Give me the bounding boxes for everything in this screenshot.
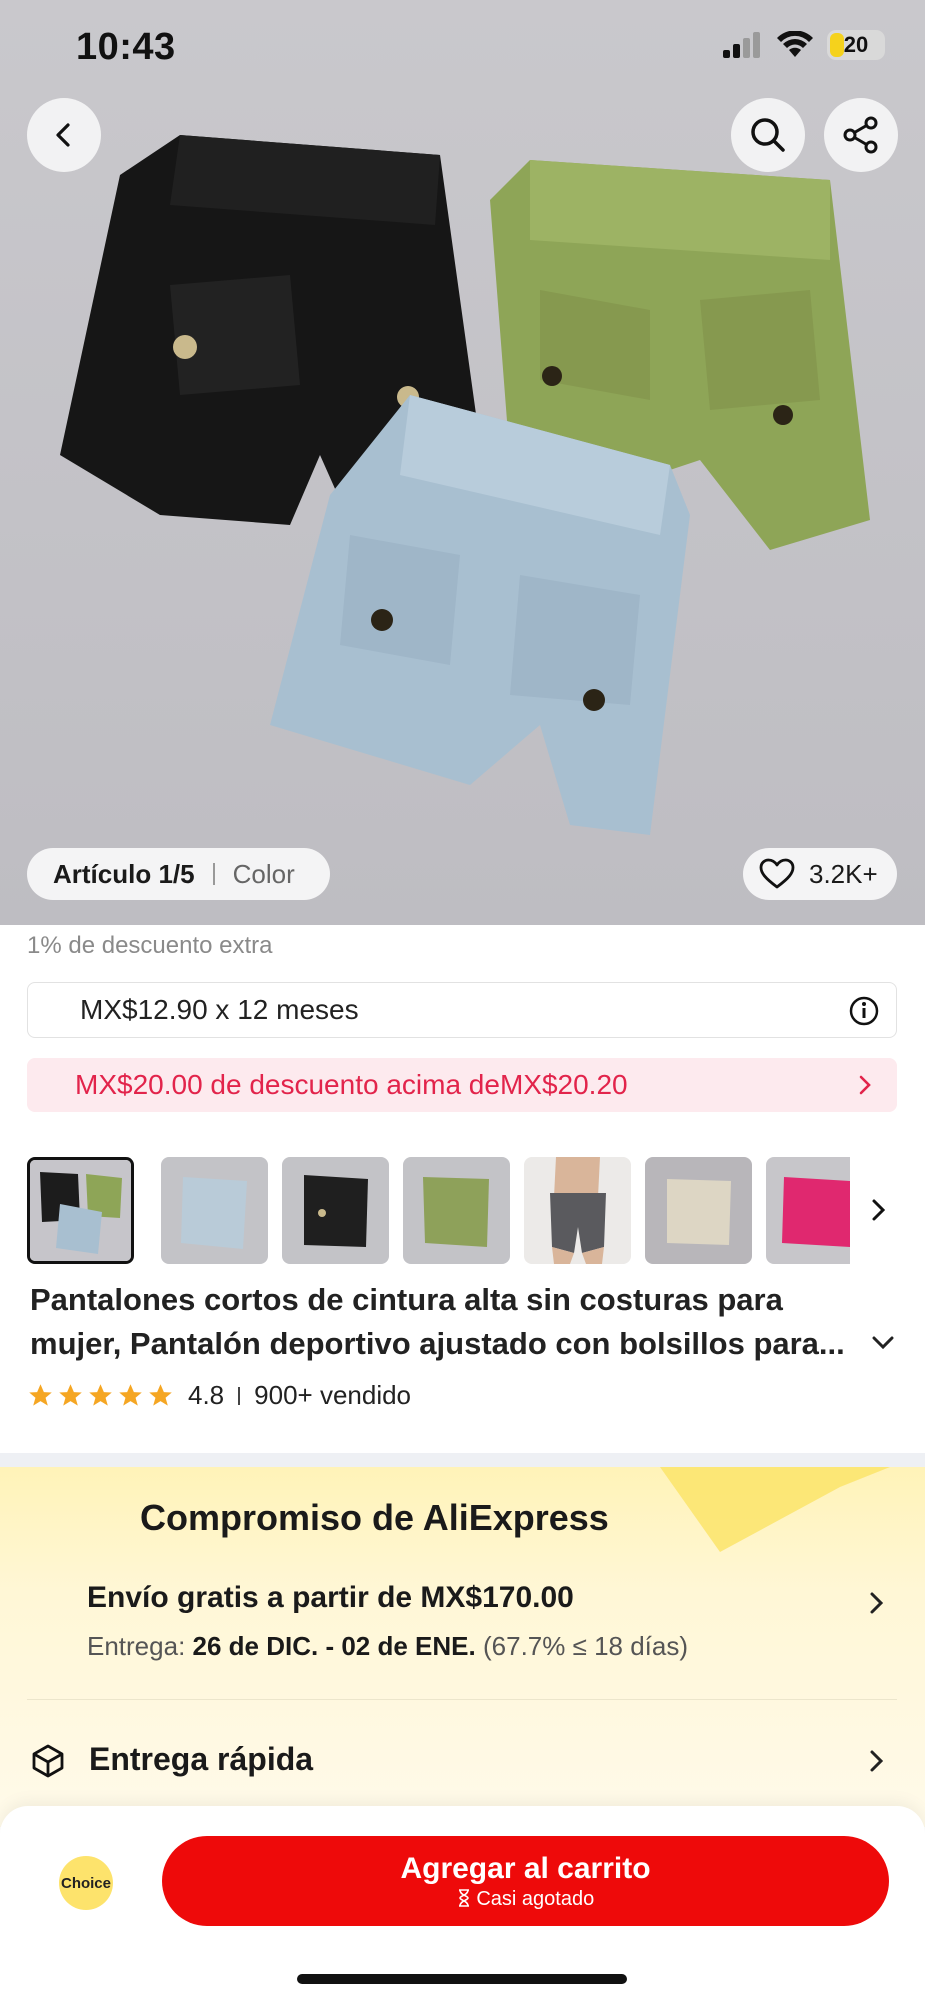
thumbnail-image — [30, 1160, 131, 1261]
signal-icon — [723, 32, 760, 58]
free-shipping-text: Envío gratis a partir de MX$170.00 — [87, 1581, 574, 1614]
rating-row[interactable]: 4.8 900+ vendido — [27, 1380, 411, 1411]
wishlist-button[interactable]: 3.2K+ — [743, 848, 897, 900]
delivery-label: Entrega: — [87, 1631, 186, 1661]
thumbnail-strip[interactable] — [27, 1157, 897, 1265]
chevron-right-icon — [870, 1750, 884, 1772]
thumbnail-image — [524, 1157, 631, 1264]
pill-divider — [212, 863, 215, 885]
thumbnail-7[interactable] — [766, 1157, 850, 1264]
likes-count: 3.2K+ — [809, 858, 878, 889]
stock-status: Casi agotado — [476, 1887, 595, 1910]
commitment-title: Compromiso de AliExpress — [140, 1497, 609, 1538]
add-to-cart-button[interactable]: Agregar al carrito Casi agotado — [162, 1836, 889, 1926]
extra-discount: 1% de descuento extra — [27, 932, 273, 959]
star-icon — [89, 1384, 112, 1406]
star-icon — [59, 1384, 82, 1406]
thumbnail-1[interactable] — [27, 1157, 134, 1264]
chevron-down-icon[interactable] — [869, 1330, 897, 1354]
sold-count: 900+ vendido — [254, 1380, 412, 1410]
share-button[interactable] — [824, 98, 898, 172]
choice-badge[interactable]: Choice — [59, 1856, 113, 1910]
color-label[interactable]: Color — [233, 859, 295, 890]
thumbnail-3[interactable] — [282, 1157, 389, 1264]
fast-delivery-row[interactable]: Entrega rápida — [0, 1723, 925, 1793]
status-time: 10:43 — [76, 26, 176, 68]
product-title[interactable]: Pantalones cortos de cintura alta sin co… — [30, 1278, 880, 1366]
package-icon — [32, 1744, 64, 1778]
wifi-icon — [777, 31, 813, 57]
hourglass-icon — [458, 1888, 469, 1907]
product-gallery[interactable]: 10:43 20 Artículo 1/5 Color 3.2K+ — [0, 0, 925, 925]
battery-icon: 20 — [827, 30, 885, 60]
share-icon — [843, 116, 878, 154]
installments-row[interactable]: MX$12.90 x 12 meses — [27, 982, 897, 1038]
fast-delivery-label: Entrega rápida — [89, 1741, 314, 1777]
aliexpress-commitment: Compromiso de AliExpress Envío gratis a … — [0, 1467, 925, 1827]
home-indicator — [297, 1974, 627, 1984]
thumbnail-5[interactable] — [524, 1157, 631, 1264]
promo-banner[interactable]: MX$20.00 de descuento acima deMX$20.20 — [27, 1058, 897, 1112]
info-icon[interactable] — [848, 995, 880, 1027]
thumbnail-image — [161, 1157, 268, 1264]
rating-value: 4.8 — [188, 1380, 225, 1410]
thumbnail-4[interactable] — [403, 1157, 510, 1264]
chevron-right-icon[interactable] — [867, 1195, 891, 1225]
star-icon — [149, 1384, 172, 1406]
article-counter: Artículo 1/5 — [53, 858, 195, 889]
installments-text: MX$12.90 x 12 meses — [80, 994, 359, 1025]
title-line-2: mujer, Pantalón deportivo ajustado con b… — [30, 1326, 845, 1361]
chevron-right-icon — [870, 1592, 884, 1614]
star-icon — [119, 1384, 142, 1406]
bottom-action-bar: Choice Agregar al carrito Casi agotado — [0, 1806, 925, 2000]
back-button[interactable] — [27, 98, 101, 172]
delivery-note: (67.7% ≤ 18 días) — [482, 1631, 689, 1661]
thumbnail-image — [403, 1157, 510, 1264]
promo-text: MX$20.00 de descuento acima deMX$20.20 — [75, 1069, 628, 1100]
section-separator — [0, 1453, 925, 1467]
thumbnail-image — [645, 1157, 752, 1264]
search-icon — [751, 118, 785, 152]
check-decoration-icon — [660, 1467, 890, 1552]
chevron-left-icon — [56, 123, 70, 147]
thumbnail-2[interactable] — [161, 1157, 268, 1264]
thumbnail-6[interactable] — [645, 1157, 752, 1264]
thumbnail-image — [766, 1157, 850, 1264]
cart-sublabel: Casi agotado — [457, 1888, 594, 1911]
heart-icon — [759, 858, 795, 889]
thumbnail-image — [282, 1157, 389, 1264]
status-icons: 20 — [723, 30, 885, 60]
search-button[interactable] — [731, 98, 805, 172]
battery-level: 20 — [843, 32, 869, 57]
title-line-1: Pantalones cortos de cintura alta sin co… — [30, 1282, 783, 1317]
shipping-row[interactable]: Envío gratis a partir de MX$170.00 Entre… — [0, 1567, 925, 1687]
delivery-dates: 26 de DIC. - 02 de ENE. — [192, 1631, 476, 1661]
delivery-estimate: Entrega: 26 de DIC. - 02 de ENE. (67.7% … — [87, 1631, 688, 1662]
gallery-counter[interactable]: Artículo 1/5 Color — [27, 848, 330, 900]
stars — [27, 1382, 174, 1409]
rating-divider — [238, 1386, 241, 1405]
star-icon — [29, 1384, 52, 1406]
divider — [27, 1699, 897, 1700]
chevron-right-icon — [859, 1075, 871, 1095]
cart-label: Agregar al carrito — [400, 1851, 651, 1885]
